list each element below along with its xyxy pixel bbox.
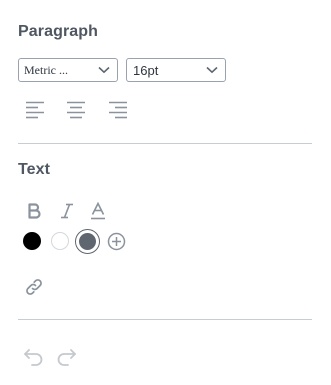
- bold-icon: [28, 203, 41, 219]
- color-swatch-black[interactable]: [23, 232, 41, 250]
- paragraph-heading: Paragraph: [18, 23, 99, 40]
- font-size-value: 16pt: [133, 62, 159, 78]
- link-icon: [26, 279, 42, 295]
- align-right-icon: [109, 101, 127, 119]
- redo-icon: [57, 349, 76, 366]
- undo-icon: [24, 349, 43, 366]
- section-divider: [18, 319, 312, 320]
- italic-button[interactable]: [57, 201, 77, 221]
- insert-link-button[interactable]: [23, 276, 45, 298]
- chevron-down-icon: [204, 62, 220, 78]
- align-right-button[interactable]: [105, 98, 131, 122]
- add-color-button[interactable]: [106, 231, 126, 251]
- color-swatch-white[interactable]: [51, 232, 69, 250]
- align-center-icon: [67, 101, 85, 119]
- text-color-icon: [91, 202, 105, 220]
- add-color-icon: [107, 232, 125, 250]
- section-divider: [18, 143, 312, 144]
- font-size-select[interactable]: 16pt: [126, 58, 226, 82]
- align-center-button[interactable]: [63, 98, 89, 122]
- align-left-icon: [26, 101, 44, 119]
- color-swatch-selected[interactable]: [75, 229, 100, 254]
- panel-scrollbar[interactable]: [312, 0, 331, 385]
- chevron-down-icon: [96, 62, 112, 78]
- redo-button[interactable]: [55, 347, 77, 367]
- text-color-button[interactable]: [88, 200, 108, 222]
- formatting-panel: Paragraph Metric ... 16pt Text: [0, 0, 312, 385]
- color-swatch-fill: [78, 232, 96, 250]
- font-family-select[interactable]: Metric ...: [18, 58, 118, 82]
- font-family-value: Metric ...: [24, 62, 68, 77]
- undo-button[interactable]: [23, 347, 45, 367]
- align-left-button[interactable]: [22, 98, 48, 122]
- bold-button[interactable]: [24, 201, 44, 221]
- italic-icon: [61, 203, 73, 219]
- text-heading: Text: [18, 161, 51, 178]
